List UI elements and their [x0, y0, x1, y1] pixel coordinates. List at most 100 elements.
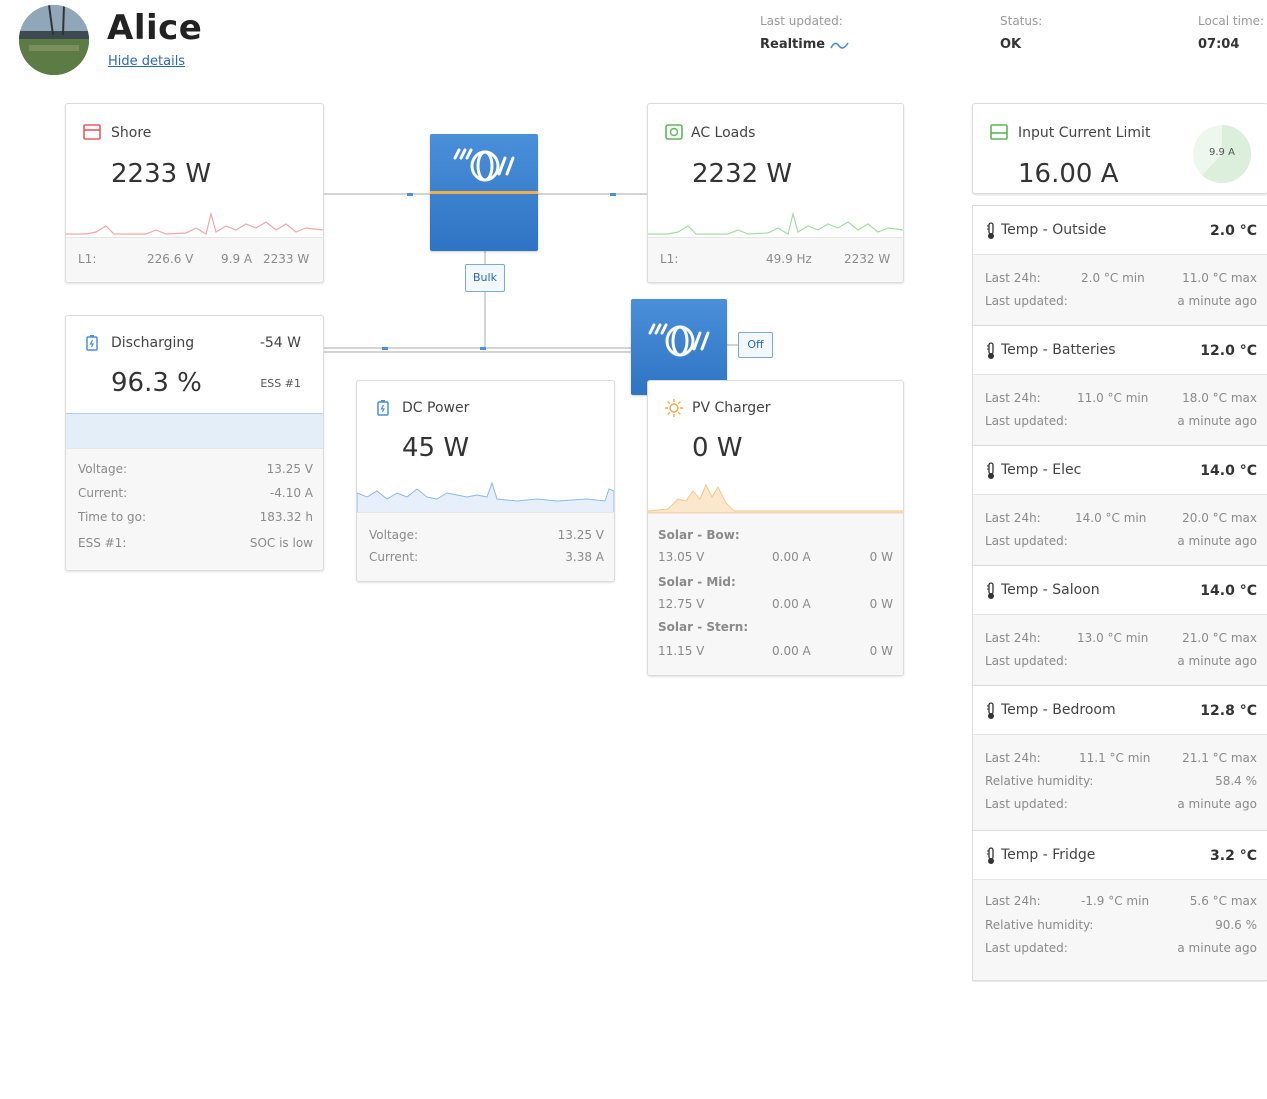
battery-ess-row-value: SOC is low: [249, 536, 313, 550]
temp-humidity: 90.6 %: [1215, 918, 1257, 932]
battery-details: Voltage: 13.25 V Current: -4.10 A Time t…: [66, 448, 323, 570]
temp-updated: a minute ago: [1177, 797, 1257, 811]
hide-details-link[interactable]: Hide details: [108, 54, 185, 69]
temp-card-fridge[interactable]: Temp - Fridge 3.2 °C Last 24h: -1.9 °C m…: [972, 830, 1267, 981]
pv-bow-power: 0 W: [869, 550, 893, 564]
inverter-charger[interactable]: [430, 134, 538, 251]
thermometer-icon: [987, 342, 994, 359]
flow-tick: [382, 347, 388, 350]
battery-card[interactable]: Discharging -54 W 96.3 % ESS #1 Voltage:…: [65, 315, 324, 571]
realtime-wave-icon: [829, 42, 849, 49]
battery-current-label: Current:: [78, 486, 128, 500]
pv-stern-current: 0.00 A: [772, 644, 811, 658]
pv-stern-voltage: 11.15 V: [658, 644, 705, 658]
dc-power-value: 45 W: [402, 433, 470, 463]
battery-voltage-label: Voltage:: [78, 462, 128, 476]
battery-ess-label: ESS #1: [260, 377, 301, 390]
site-name: Alice: [107, 8, 203, 48]
pv-charger-card[interactable]: PV Charger 0 W Solar - Bow: 13.05 V 0.00…: [647, 380, 904, 676]
temp-card-elec[interactable]: Temp - Elec 14.0 °C Last 24h: 14.0 °C mi…: [972, 445, 1267, 566]
temp-updated: a minute ago: [1177, 294, 1257, 308]
status-value: OK: [1000, 37, 1022, 52]
temp-updated-label: Last updated:: [985, 797, 1068, 811]
input-limit-value[interactable]: 16.00 A: [1018, 159, 1118, 189]
local-time-value: 07:04: [1198, 37, 1240, 52]
temp-value: 14.0 °C: [1200, 463, 1257, 479]
dc-power-details: Voltage: 13.25 V Current: 3.38 A: [357, 512, 614, 581]
pv-charger-title: PV Charger: [692, 400, 771, 416]
temp-max: 5.6 °C max: [1189, 894, 1257, 908]
thermometer-icon: [987, 847, 994, 864]
thermometer-icon: [987, 582, 994, 599]
battery-ess-row-label: ESS #1:: [78, 536, 127, 550]
shore-current: 9.9 A: [221, 252, 253, 266]
temp-max: 21.0 °C max: [1182, 631, 1257, 645]
battery-dc-bus-line: [322, 347, 632, 349]
temp-updated-label: Last updated:: [985, 534, 1068, 548]
thermometer-icon: [987, 702, 994, 719]
ac-loads-phase-power: 2232 W: [844, 252, 891, 266]
pv-mid-name: Solar - Mid:: [658, 575, 736, 589]
temp-max: 21.1 °C max: [1182, 751, 1257, 765]
sun-icon: [665, 399, 683, 417]
temp-last24-label: Last 24h:: [985, 391, 1041, 405]
temp-title: Temp - Batteries: [1001, 342, 1116, 358]
victron-logo-icon: [453, 148, 515, 182]
dc-voltage-label: Voltage:: [369, 528, 419, 542]
temp-card-outside[interactable]: Temp - Outside 2.0 °C Last 24h: 2.0 °C m…: [972, 205, 1267, 326]
charging-stripe: [430, 191, 538, 194]
dc-voltage-value: 13.25 V: [557, 528, 604, 542]
shore-phase: L1:: [78, 252, 97, 266]
pv-mid-voltage: 12.75 V: [658, 597, 705, 611]
temp-updated: a minute ago: [1177, 534, 1257, 548]
battery-icon: [86, 335, 98, 351]
pv-charger-power: 0 W: [692, 433, 743, 463]
dc-power-sparkline: [357, 481, 614, 513]
input-current-limit-card[interactable]: Input Current Limit 16.00 A 9.9 A: [972, 103, 1267, 194]
temp-updated: a minute ago: [1177, 654, 1257, 668]
pv-bow-current: 0.00 A: [772, 550, 811, 564]
temp-updated-label: Last updated:: [985, 654, 1068, 668]
ac-loads-card[interactable]: AC Loads 2232 W L1: 49.9 Hz 2232 W: [647, 103, 904, 283]
temp-max: 18.0 °C max: [1182, 391, 1257, 405]
shore-title: Shore: [111, 125, 152, 141]
temp-last24-label: Last 24h:: [985, 631, 1041, 645]
temp-humidity-label: Relative humidity:: [985, 774, 1094, 788]
victron-logo-icon: [648, 323, 710, 357]
dc-current-value: 3.38 A: [565, 550, 604, 564]
temp-card-saloon[interactable]: Temp - Saloon 14.0 °C Last 24h: 13.0 °C …: [972, 565, 1267, 686]
battery-dc-bus-line-2: [322, 351, 632, 353]
shore-voltage: 226.6 V: [147, 252, 194, 266]
temp-title: Temp - Outside: [1001, 222, 1107, 238]
last-updated-value: Realtime: [760, 37, 850, 52]
pv-charger-sparkline: [648, 483, 903, 513]
last-updated-label: Last updated:: [760, 14, 843, 28]
temp-value: 12.0 °C: [1200, 343, 1257, 359]
temp-min: 11.1 °C min: [1079, 751, 1151, 765]
temp-last24-label: Last 24h:: [985, 271, 1041, 285]
temp-card-batteries[interactable]: Temp - Batteries 12.0 °C Last 24h: 11.0 …: [972, 325, 1267, 446]
temp-title: Temp - Fridge: [1001, 847, 1096, 863]
dc-power-card[interactable]: DC Power 45 W Voltage: 13.25 V Current: …: [356, 380, 615, 582]
ac-loads-details: L1: 49.9 Hz 2232 W: [648, 237, 903, 282]
temp-min: 11.0 °C min: [1077, 391, 1149, 405]
ac-loads-title: AC Loads: [691, 125, 756, 141]
flow-tick: [407, 193, 413, 196]
pv-charger-details: Solar - Bow: 13.05 V 0.00 A 0 W Solar - …: [648, 513, 903, 675]
site-avatar: [19, 5, 89, 75]
input-limit-title: Input Current Limit: [1018, 125, 1151, 141]
shore-card[interactable]: Shore 2233 W L1: 226.6 V 9.9 A 2233 W: [65, 103, 324, 283]
solar-state-badge: Off: [738, 332, 773, 358]
pv-bow-name: Solar - Bow:: [658, 528, 740, 542]
dc-current-label: Current:: [369, 550, 419, 564]
temperature-list: Temp - Outside 2.0 °C Last 24h: 2.0 °C m…: [972, 205, 1267, 982]
temp-humidity: 58.4 %: [1215, 774, 1257, 788]
temp-last24-label: Last 24h:: [985, 511, 1041, 525]
shore-power: 2233 W: [111, 159, 212, 189]
battery-voltage-value: 13.25 V: [266, 462, 313, 476]
battery-soc: 96.3 %: [111, 368, 202, 398]
temp-title: Temp - Saloon: [1001, 582, 1100, 598]
temp-card-bedroom[interactable]: Temp - Bedroom 12.8 °C Last 24h: 11.1 °C…: [972, 685, 1267, 831]
temp-value: 2.0 °C: [1210, 223, 1257, 239]
status-label: Status:: [1000, 14, 1043, 28]
